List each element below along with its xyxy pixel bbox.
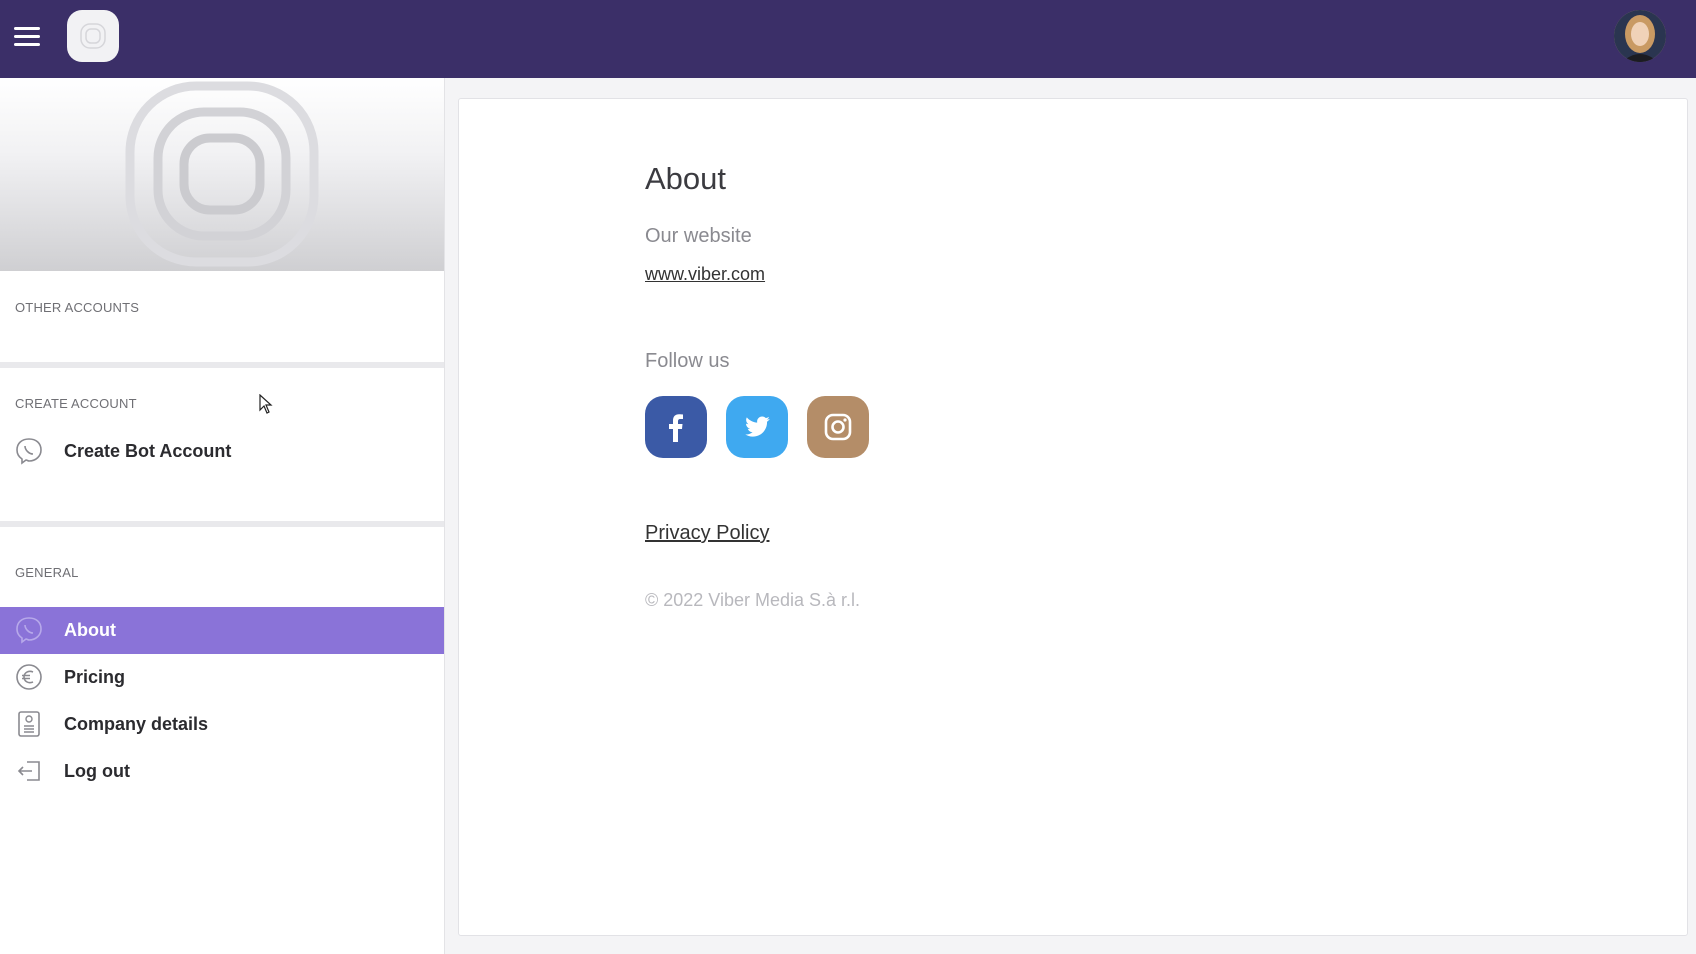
other-accounts-section: OTHER ACCOUNTS (0, 271, 444, 362)
sidebar: OTHER ACCOUNTS CREATE ACCOUNT Create Bot… (0, 78, 445, 954)
copyright-text: © 2022 Viber Media S.à r.l. (645, 590, 861, 610)
website-link[interactable]: www.viber.com (645, 264, 765, 285)
twitter-icon (745, 416, 770, 437)
general-section: GENERAL About Pricing Company details Lo… (0, 527, 444, 954)
euro-icon (15, 663, 43, 691)
sidebar-item-create-bot-account[interactable]: Create Bot Account (0, 428, 444, 475)
create-account-section: CREATE ACCOUNT Create Bot Account (0, 368, 444, 512)
viber-logo-icon[interactable] (67, 10, 119, 62)
general-title: GENERAL (15, 565, 79, 580)
viber-phone-icon (15, 616, 43, 644)
mouse-cursor-icon (259, 394, 273, 414)
page-title: About (645, 161, 727, 196)
user-avatar[interactable] (1614, 10, 1666, 62)
viber-logo-watermark-icon (125, 81, 319, 266)
sidebar-item-company-details[interactable]: Company details (0, 701, 444, 748)
twitter-button[interactable] (726, 396, 788, 458)
sidebar-item-pricing[interactable]: Pricing (0, 654, 444, 701)
hamburger-menu-icon[interactable] (14, 27, 40, 49)
document-icon (15, 710, 43, 738)
sidebar-item-about[interactable]: About (0, 607, 444, 654)
facebook-button[interactable] (645, 396, 707, 458)
create-account-title: CREATE ACCOUNT (15, 396, 137, 411)
top-bar (0, 0, 1696, 78)
sidebar-item-label: Create Bot Account (64, 441, 232, 461)
sidebar-item-log-out[interactable]: Log out (0, 748, 444, 795)
follow-us-label: Follow us (645, 350, 730, 372)
website-label: Our website (645, 225, 752, 247)
sidebar-item-label: Pricing (64, 667, 126, 687)
logout-icon (15, 757, 43, 785)
sidebar-banner (0, 78, 444, 271)
sidebar-item-label: Log out (64, 761, 130, 781)
about-card: About Our website www.viber.com Follow u… (458, 98, 1688, 936)
sidebar-item-label: Company details (64, 714, 209, 734)
sidebar-item-label: About (64, 620, 116, 640)
viber-phone-icon (15, 437, 43, 465)
instagram-icon (824, 413, 852, 441)
facebook-icon (669, 414, 683, 442)
instagram-button[interactable] (807, 396, 869, 458)
privacy-policy-link[interactable]: Privacy Policy (645, 522, 769, 545)
other-accounts-title: OTHER ACCOUNTS (15, 300, 140, 315)
